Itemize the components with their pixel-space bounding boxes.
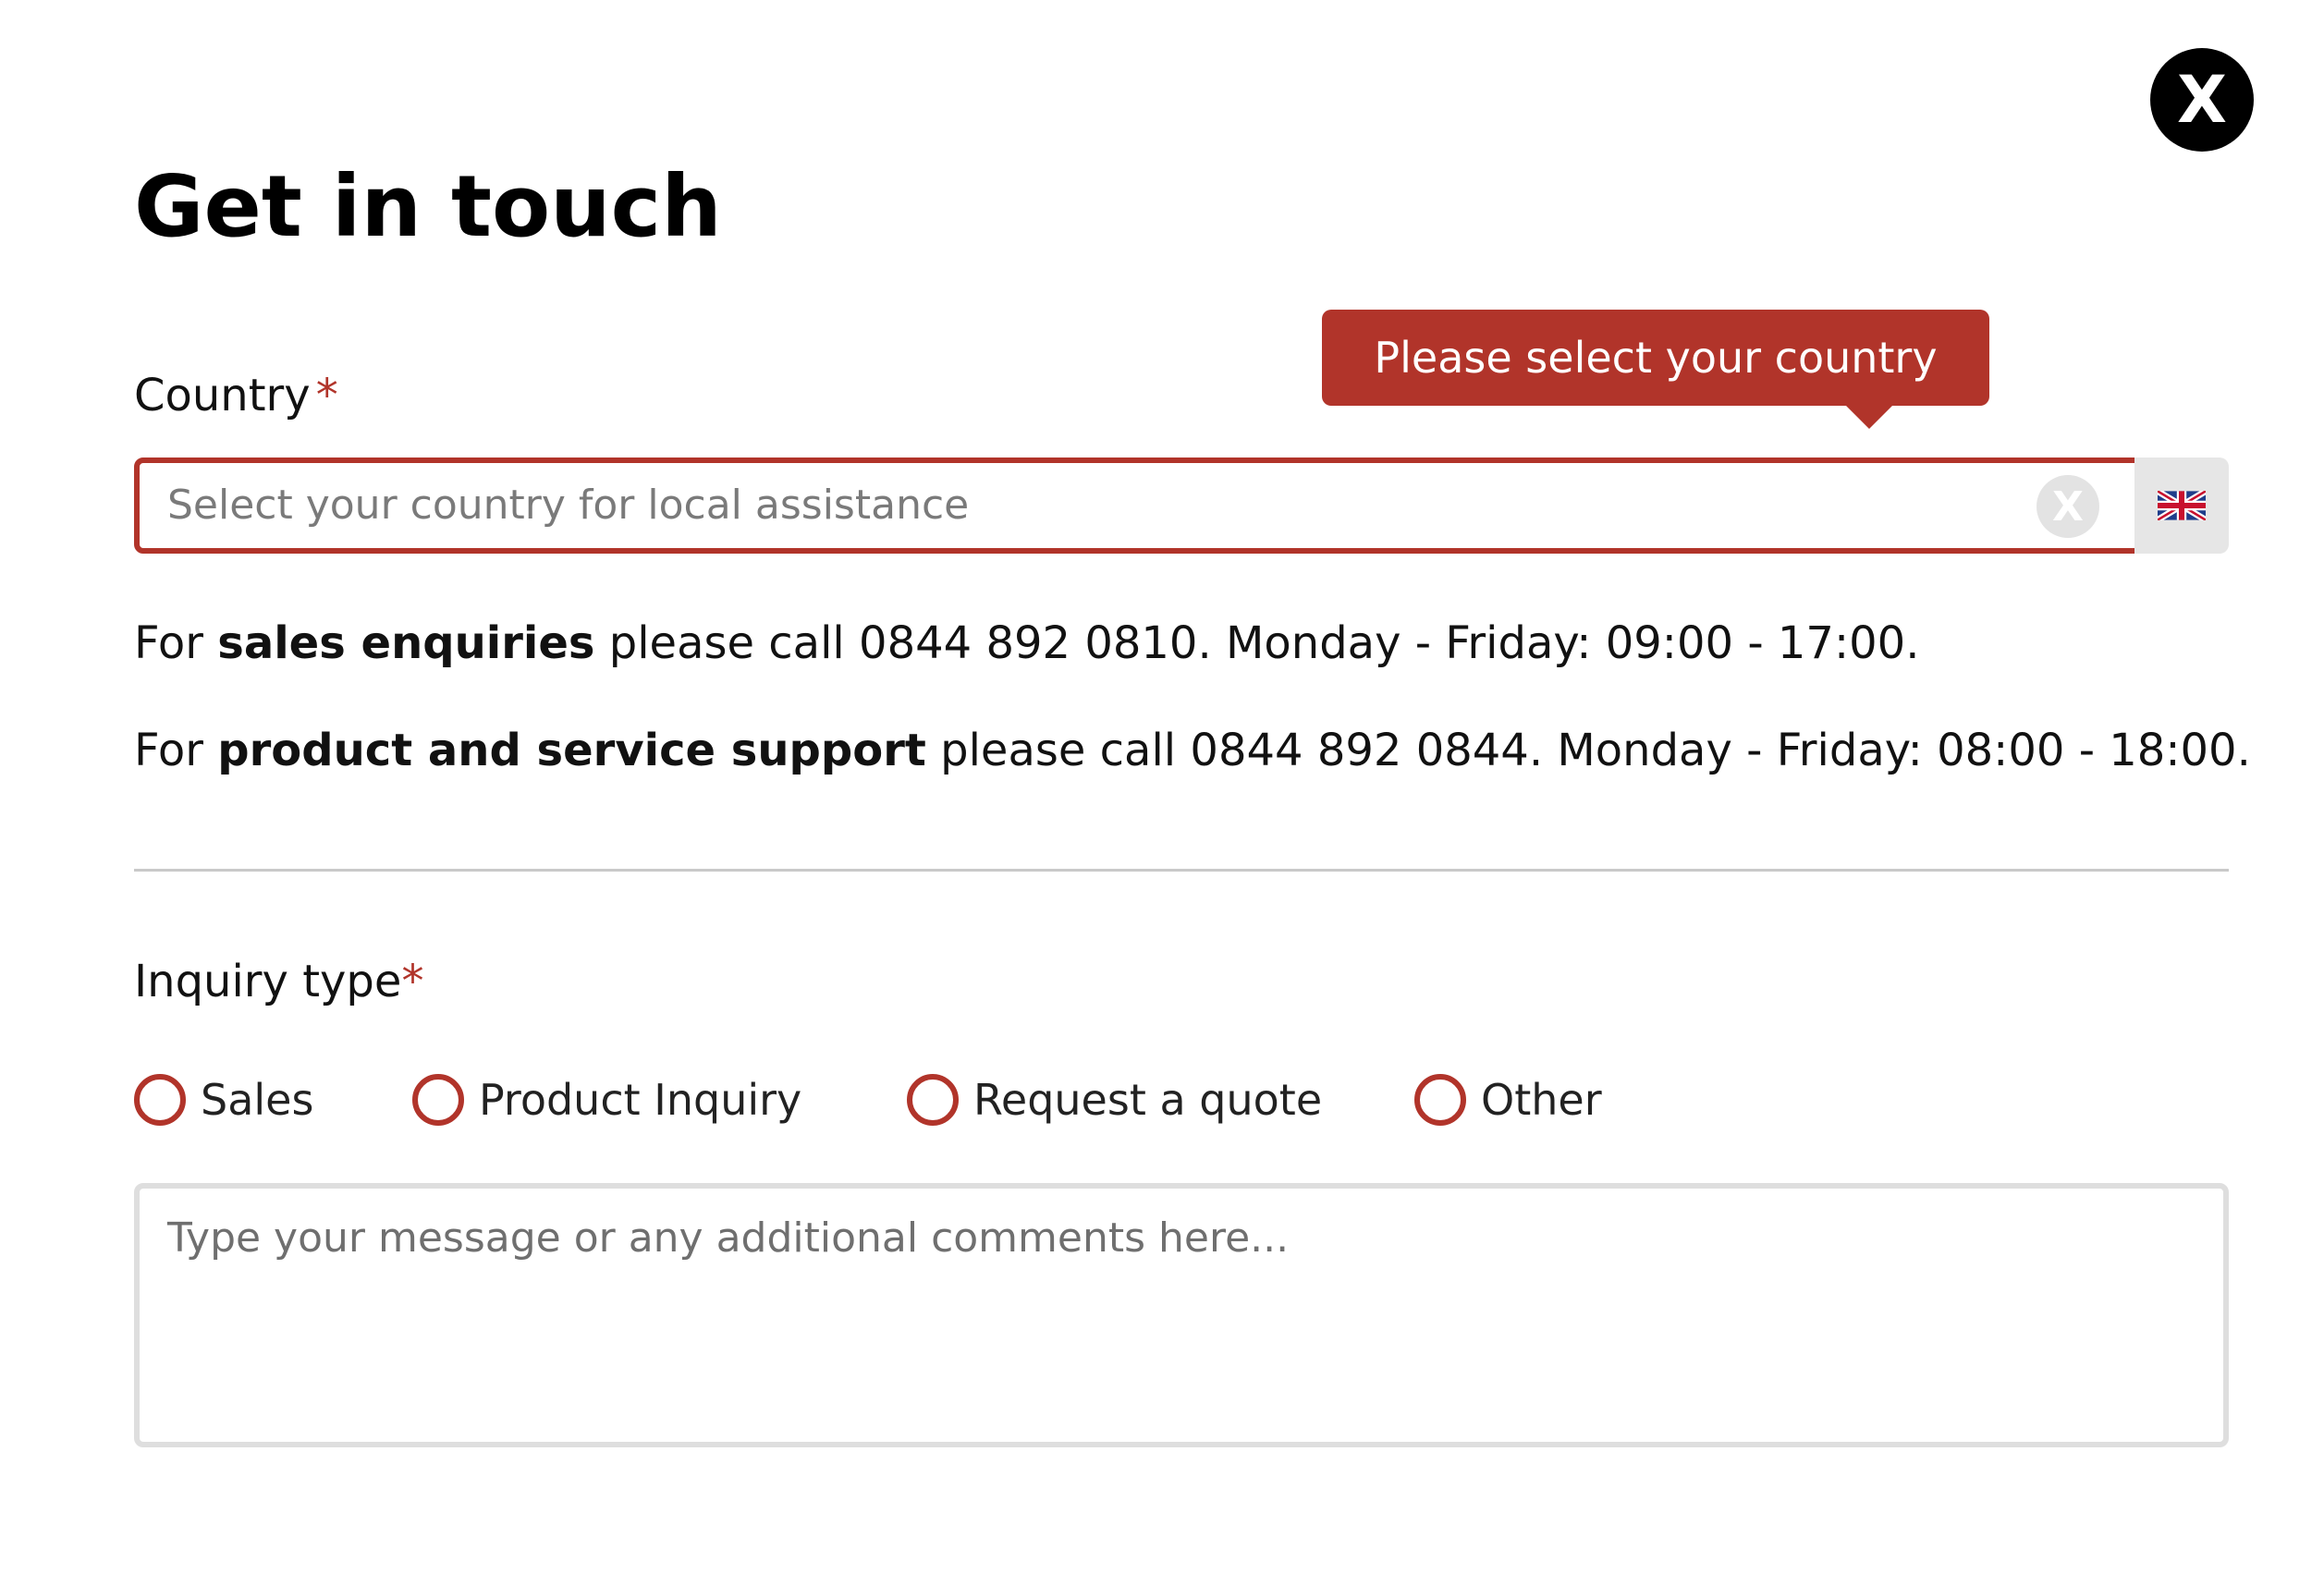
inquiry-label-text: Inquiry type [134, 956, 402, 1007]
clear-country-button[interactable]: X [2037, 475, 2099, 538]
page-title: Get in touch [134, 157, 722, 256]
sales-info-suffix: please call 0844 892 0810. Monday - Frid… [594, 617, 1920, 669]
tooltip-arrow [1845, 405, 1893, 429]
required-asterisk: * [315, 370, 338, 421]
radio-circle[interactable] [907, 1074, 959, 1126]
required-asterisk: * [401, 956, 424, 1007]
radio-label: Other [1481, 1075, 1602, 1125]
support-info: For product and service support please c… [134, 725, 2251, 776]
radio-other[interactable]: Other [1414, 1074, 1602, 1126]
divider [134, 869, 2229, 872]
clear-icon: X [2052, 482, 2084, 531]
radio-product-inquiry[interactable]: Product Inquiry [412, 1074, 801, 1126]
radio-circle[interactable] [134, 1074, 186, 1126]
radio-circle[interactable] [1414, 1074, 1466, 1126]
sales-info-prefix: For [134, 617, 218, 669]
radio-label: Request a quote [973, 1075, 1323, 1125]
radio-request-a-quote[interactable]: Request a quote [907, 1074, 1322, 1126]
radio-sales[interactable]: Sales [134, 1074, 313, 1126]
validation-tooltip: Please select your country [1322, 310, 1989, 406]
message-textarea[interactable]: Type your message or any additional comm… [134, 1183, 2229, 1447]
radio-circle[interactable] [412, 1074, 464, 1126]
country-placeholder: Select your country for local assistance [167, 482, 970, 529]
message-placeholder: Type your message or any additional comm… [167, 1214, 1290, 1262]
radio-label: Product Inquiry [479, 1075, 802, 1125]
support-info-prefix: For [134, 725, 218, 776]
inquiry-type-label: Inquiry type* [134, 956, 423, 1007]
country-label: Country * [134, 370, 338, 421]
country-label-text: Country [134, 370, 311, 421]
support-info-bold: product and service support [217, 725, 926, 776]
close-icon: X [2177, 62, 2227, 138]
sales-info: For sales enquiries please call 0844 892… [134, 617, 1919, 669]
close-button[interactable]: X [2150, 48, 2254, 152]
country-flag-button[interactable] [2134, 458, 2229, 554]
support-info-suffix: please call 0844 892 0844. Monday - Frid… [925, 725, 2251, 776]
radio-label: Sales [201, 1075, 314, 1125]
country-select-input[interactable]: Select your country for local assistance… [134, 458, 2140, 554]
sales-info-bold: sales enquiries [217, 617, 595, 669]
uk-flag-icon [2158, 491, 2206, 520]
contact-modal: X Get in touch Country * Please select yo… [0, 0, 2324, 1586]
